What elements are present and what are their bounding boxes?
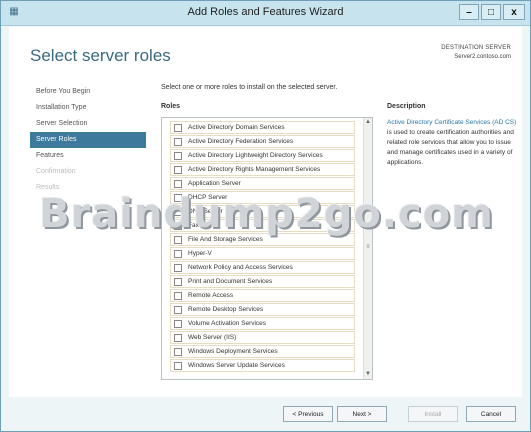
role-item[interactable]: Active Directory Lightweight Directory S… bbox=[170, 149, 355, 162]
destination-server-label: DESTINATION SERVER bbox=[441, 45, 511, 51]
nav-item-server-selection[interactable]: Server Selection bbox=[30, 116, 146, 132]
wizard-content: Select server roles DESTINATION SERVER S… bbox=[9, 27, 522, 397]
role-label: Remote Access bbox=[188, 292, 234, 299]
role-label: Web Server (IIS) bbox=[188, 334, 237, 341]
title-bar: ▦ Add Roles and Features Wizard – □ x bbox=[1, 1, 530, 26]
role-checkbox[interactable] bbox=[174, 137, 182, 146]
window-title: Add Roles and Features Wizard bbox=[187, 6, 344, 18]
role-item[interactable]: Hyper-V bbox=[170, 247, 355, 260]
nav-item-before-you-begin[interactable]: Before You Begin bbox=[30, 84, 146, 100]
nav-item-features[interactable]: Features bbox=[30, 148, 146, 164]
role-item[interactable]: Active Directory Federation Services bbox=[170, 135, 355, 148]
role-item[interactable]: Windows Server Update Services bbox=[170, 359, 355, 372]
nav-item-results: Results bbox=[36, 184, 60, 191]
role-label: Hyper-V bbox=[188, 250, 212, 257]
role-label: Remote Desktop Services bbox=[188, 306, 264, 313]
next-button[interactable]: Next > bbox=[337, 406, 387, 422]
role-label: Fax Server bbox=[188, 222, 220, 229]
wizard-window: ▦ Add Roles and Features Wizard – □ x Se… bbox=[0, 0, 531, 432]
roles-scrollbar[interactable]: ▲ ≡ ▼ bbox=[363, 118, 372, 379]
roles-list: Active Directory Domain Services Active … bbox=[161, 117, 373, 380]
maximize-button[interactable]: □ bbox=[481, 4, 501, 20]
page-title: Select server roles bbox=[30, 46, 171, 65]
wizard-nav: Before You Begin Installation Type Serve… bbox=[30, 84, 146, 196]
install-button: Install bbox=[408, 406, 458, 422]
role-label: Windows Deployment Services bbox=[188, 348, 278, 355]
role-item[interactable]: Active Directory Domain Services bbox=[170, 121, 355, 134]
close-button[interactable]: x bbox=[503, 4, 525, 20]
role-item[interactable]: Volume Activation Services bbox=[170, 317, 355, 330]
role-label: DNS Server bbox=[188, 208, 223, 215]
role-checkbox[interactable] bbox=[174, 263, 182, 272]
role-checkbox[interactable] bbox=[174, 291, 182, 300]
minimize-button[interactable]: – bbox=[459, 4, 479, 20]
role-checkbox[interactable] bbox=[174, 347, 182, 356]
role-checkbox[interactable] bbox=[174, 277, 182, 286]
role-checkbox[interactable] bbox=[174, 207, 182, 216]
scroll-down-icon[interactable]: ▼ bbox=[364, 370, 372, 379]
role-item[interactable]: Print and Document Services bbox=[170, 275, 355, 288]
role-label: Application Server bbox=[188, 180, 241, 187]
cancel-button[interactable]: Cancel bbox=[466, 406, 516, 422]
previous-button[interactable]: < Previous bbox=[283, 406, 333, 422]
role-checkbox[interactable] bbox=[174, 123, 182, 132]
nav-item-confirmation: Confirmation bbox=[36, 168, 76, 175]
role-item[interactable]: DNS Server bbox=[170, 205, 355, 218]
nav-item-server-roles[interactable]: Server Roles bbox=[30, 132, 146, 148]
role-label: DHCP Server bbox=[188, 194, 228, 201]
role-item[interactable]: Windows Deployment Services bbox=[170, 345, 355, 358]
role-label: Volume Activation Services bbox=[188, 320, 267, 327]
role-label: Active Directory Rights Management Servi… bbox=[188, 166, 321, 173]
description-body: is used to create certification authorit… bbox=[387, 129, 514, 166]
wizard-footer: < Previous Next > Install Cancel bbox=[1, 397, 530, 431]
role-item[interactable]: Web Server (IIS) bbox=[170, 331, 355, 344]
role-checkbox[interactable] bbox=[174, 179, 182, 188]
role-checkbox[interactable] bbox=[174, 221, 182, 230]
destination-server-name: Server2.contoso.com bbox=[454, 54, 511, 60]
description-text: Active Directory Certificate Services (A… bbox=[387, 118, 517, 168]
role-item[interactable]: Fax Server bbox=[170, 219, 355, 232]
role-checkbox[interactable] bbox=[174, 305, 182, 314]
role-label: Active Directory Lightweight Directory S… bbox=[188, 152, 323, 159]
role-item[interactable]: Network Policy and Access Services bbox=[170, 261, 355, 274]
role-label: Active Directory Federation Services bbox=[188, 138, 294, 145]
description-link[interactable]: Active Directory Certificate Services (A… bbox=[387, 119, 516, 126]
role-checkbox[interactable] bbox=[174, 319, 182, 328]
role-item[interactable]: Remote Access bbox=[170, 289, 355, 302]
nav-item-installation-type[interactable]: Installation Type bbox=[30, 100, 146, 116]
role-item[interactable]: DHCP Server bbox=[170, 191, 355, 204]
roles-header: Roles bbox=[161, 103, 181, 110]
role-item[interactable]: Remote Desktop Services bbox=[170, 303, 355, 316]
role-checkbox[interactable] bbox=[174, 235, 182, 244]
role-checkbox[interactable] bbox=[174, 361, 182, 370]
role-checkbox[interactable] bbox=[174, 193, 182, 202]
description-header: Description bbox=[387, 103, 426, 110]
role-checkbox[interactable] bbox=[174, 333, 182, 342]
role-checkbox[interactable] bbox=[174, 165, 182, 174]
scroll-grip-icon[interactable]: ≡ bbox=[365, 243, 371, 251]
role-label: Active Directory Domain Services bbox=[188, 124, 285, 131]
role-label: File And Storage Services bbox=[188, 236, 263, 243]
scroll-up-icon[interactable]: ▲ bbox=[364, 118, 372, 127]
role-item[interactable]: Application Server bbox=[170, 177, 355, 190]
role-label: Windows Server Update Services bbox=[188, 362, 285, 369]
role-label: Network Policy and Access Services bbox=[188, 264, 293, 271]
role-item[interactable]: File And Storage Services bbox=[170, 233, 355, 246]
role-label: Print and Document Services bbox=[188, 278, 273, 285]
role-checkbox[interactable] bbox=[174, 249, 182, 258]
role-item[interactable]: Active Directory Rights Management Servi… bbox=[170, 163, 355, 176]
role-checkbox[interactable] bbox=[174, 151, 182, 160]
instruction-text: Select one or more roles to install on t… bbox=[161, 84, 338, 91]
